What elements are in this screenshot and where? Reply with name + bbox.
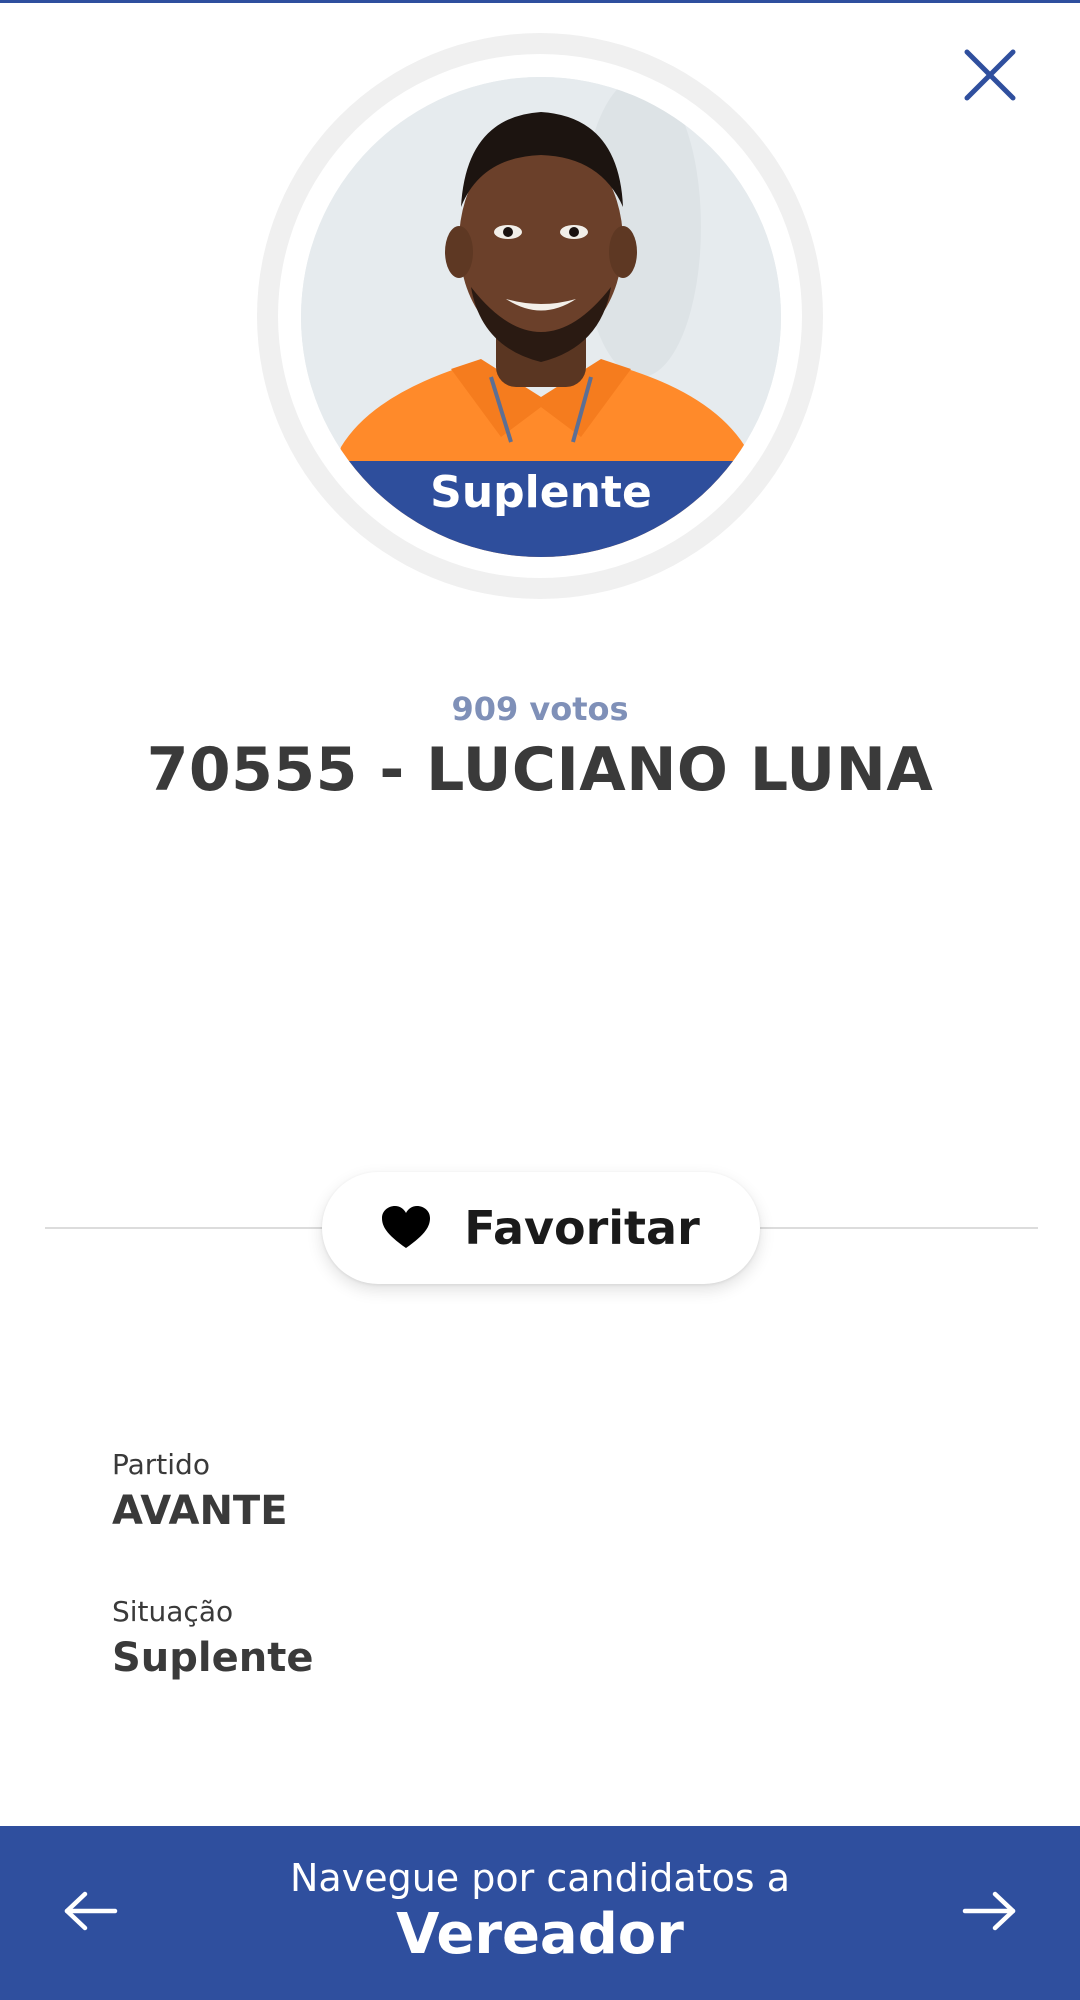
heart-icon xyxy=(382,1206,431,1248)
favorite-label: Favoritar xyxy=(464,1201,700,1255)
candidate-photo: Suplente xyxy=(301,77,781,557)
top-accent-line xyxy=(0,0,1080,3)
votes-count: 909 votos xyxy=(451,690,629,728)
situation-label: Situação xyxy=(112,1595,234,1628)
status-badge: Suplente xyxy=(301,461,781,557)
bottom-navigation-bar: Navegue por candidatos a Vereador xyxy=(0,1826,1080,2000)
candidate-name: 70555 - LUCIANO LUNA xyxy=(146,735,934,805)
close-button[interactable] xyxy=(950,35,1030,115)
nav-subtitle: Navegue por candidatos a xyxy=(290,1856,790,1900)
nav-category: Vereador xyxy=(396,1902,684,1967)
party-value: AVANTE xyxy=(112,1488,288,1534)
favorite-button[interactable]: Favoritar xyxy=(322,1172,760,1284)
arrow-right-icon xyxy=(962,1891,1016,1931)
situation-value: Suplente xyxy=(112,1635,314,1681)
close-icon xyxy=(964,49,1016,101)
next-category-button[interactable] xyxy=(944,1866,1034,1956)
party-label: Partido xyxy=(112,1448,210,1481)
